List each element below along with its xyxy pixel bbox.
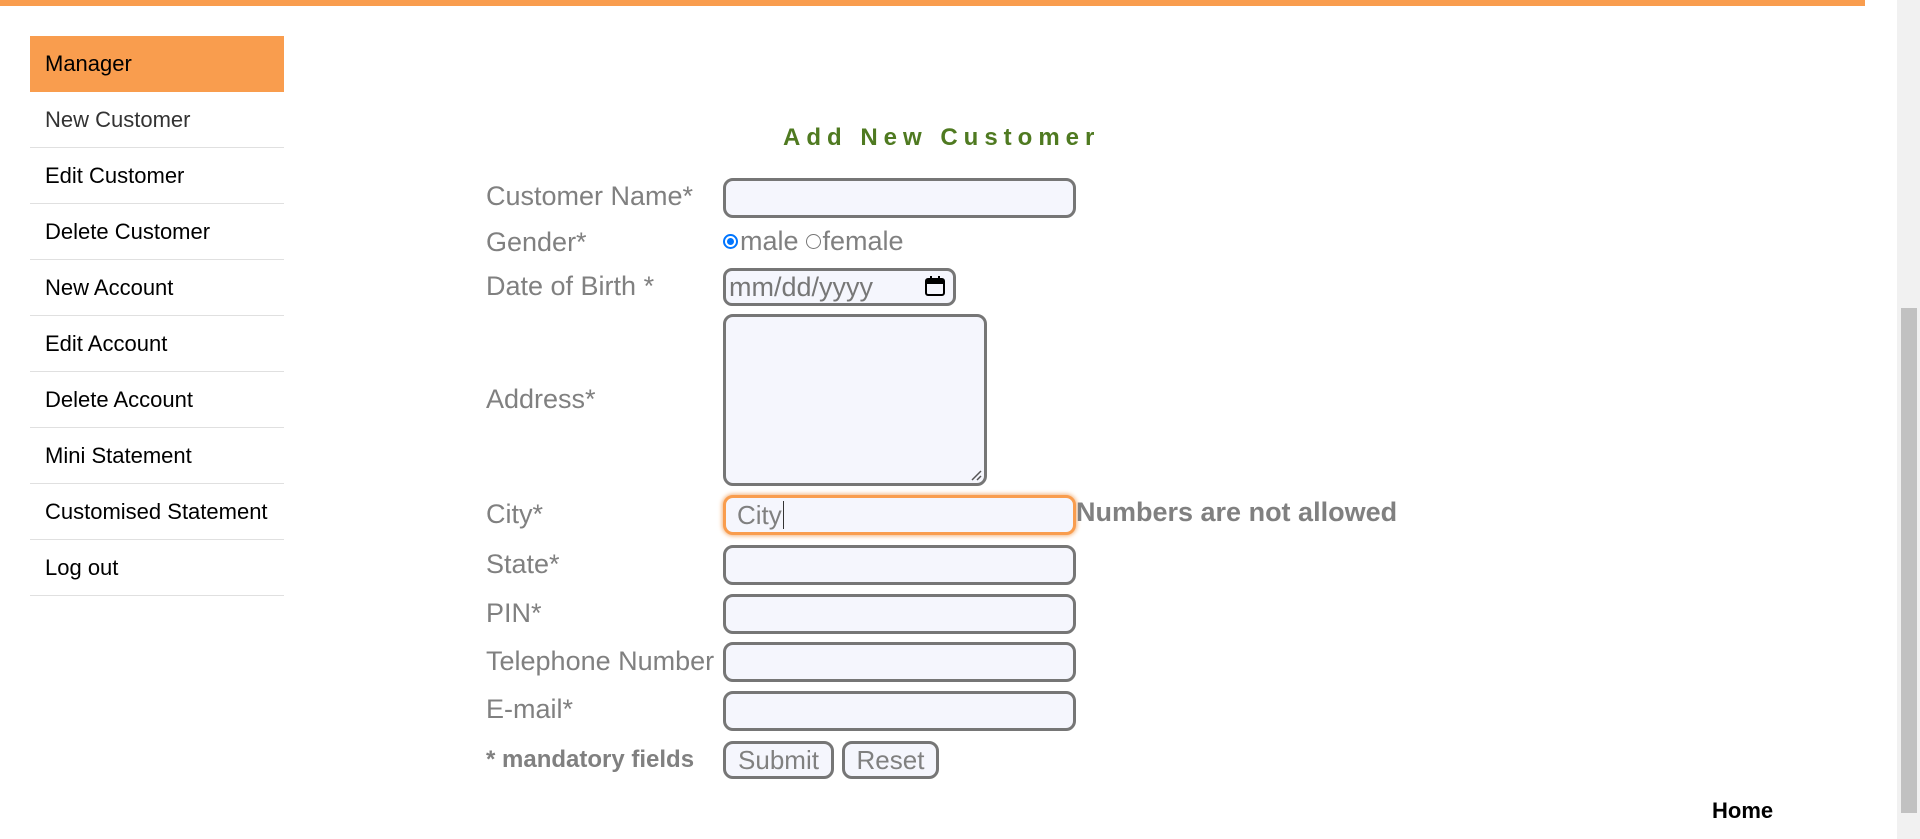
sidebar-item-log-out[interactable]: Log out xyxy=(30,540,284,596)
gender-radio-group: male female xyxy=(723,226,904,257)
sidebar-item-new-account[interactable]: New Account xyxy=(30,260,284,316)
scrollbar-thumb[interactable] xyxy=(1901,308,1917,813)
sidebar-item-edit-customer[interactable]: Edit Customer xyxy=(30,148,284,204)
customer-name-input[interactable] xyxy=(723,178,1076,218)
sidebar-item-edit-account[interactable]: Edit Account xyxy=(30,316,284,372)
email-input[interactable] xyxy=(723,691,1076,731)
sidebar-item-label: Log out xyxy=(45,554,119,580)
resize-handle-icon[interactable] xyxy=(970,469,982,481)
sidebar-item-label: New Customer xyxy=(45,106,191,132)
sidebar-item-manager[interactable]: Manager xyxy=(30,36,284,92)
email-label: E-mail* xyxy=(486,694,574,724)
telephone-input[interactable] xyxy=(723,642,1076,682)
sidebar-item-label: Edit Account xyxy=(45,330,168,356)
sidebar-item-label: Delete Account xyxy=(45,386,193,412)
mandatory-fields-note: * mandatory fields xyxy=(486,746,695,773)
top-accent-bar xyxy=(0,0,1865,6)
dob-input[interactable]: mm/dd/yyyy xyxy=(723,268,956,306)
telephone-label: Telephone Number xyxy=(486,646,715,676)
city-error-message: Numbers are not allowed xyxy=(1076,497,1398,527)
reset-button[interactable]: Reset xyxy=(842,741,939,779)
vertical-scrollbar[interactable] xyxy=(1897,0,1920,839)
state-input[interactable] xyxy=(723,545,1076,585)
sidebar-item-new-customer[interactable]: New Customer xyxy=(30,92,284,148)
gender-female-radio[interactable] xyxy=(805,234,821,249)
sidebar-item-label: New Account xyxy=(45,274,174,300)
sidebar-item-delete-account[interactable]: Delete Account xyxy=(30,372,284,428)
state-label: State* xyxy=(486,549,560,579)
customer-name-label: Customer Name* xyxy=(486,181,694,211)
pin-label: PIN* xyxy=(486,598,542,628)
sidebar-item-label: Mini Statement xyxy=(45,442,192,468)
pin-input[interactable] xyxy=(723,594,1076,634)
sidebar-item-label: Customised Statement xyxy=(45,498,268,524)
dob-label: Date of Birth * xyxy=(486,271,655,301)
gender-male-label: male xyxy=(740,226,799,256)
sidebar-item-customised-statement[interactable]: Customised Statement xyxy=(30,484,284,540)
sidebar-item-label: Manager xyxy=(45,51,132,76)
address-textarea[interactable] xyxy=(723,314,987,486)
gender-label: Gender* xyxy=(486,227,587,257)
calendar-icon[interactable] xyxy=(924,276,946,297)
dob-placeholder: mm/dd/yyyy xyxy=(729,271,874,302)
city-input-value: City xyxy=(737,499,782,530)
gender-male-radio[interactable] xyxy=(723,234,738,249)
sidebar-item-label: Delete Customer xyxy=(45,218,211,244)
sidebar-item-mini-statement[interactable]: Mini Statement xyxy=(30,428,284,484)
address-label: Address* xyxy=(486,384,596,414)
city-input[interactable]: City xyxy=(723,495,1076,535)
sidebar-item-label: Edit Customer xyxy=(45,162,185,188)
sidebar-item-delete-customer[interactable]: Delete Customer xyxy=(30,204,284,260)
home-link[interactable]: Home xyxy=(1712,798,1773,824)
submit-button[interactable]: Submit xyxy=(723,741,834,779)
form-title: Add New Customer xyxy=(783,124,1101,151)
city-label: City* xyxy=(486,499,544,529)
sidebar-menu: Manager New Customer Edit Customer Delet… xyxy=(30,36,284,596)
text-caret xyxy=(782,501,784,529)
gender-female-label: female xyxy=(822,226,904,256)
